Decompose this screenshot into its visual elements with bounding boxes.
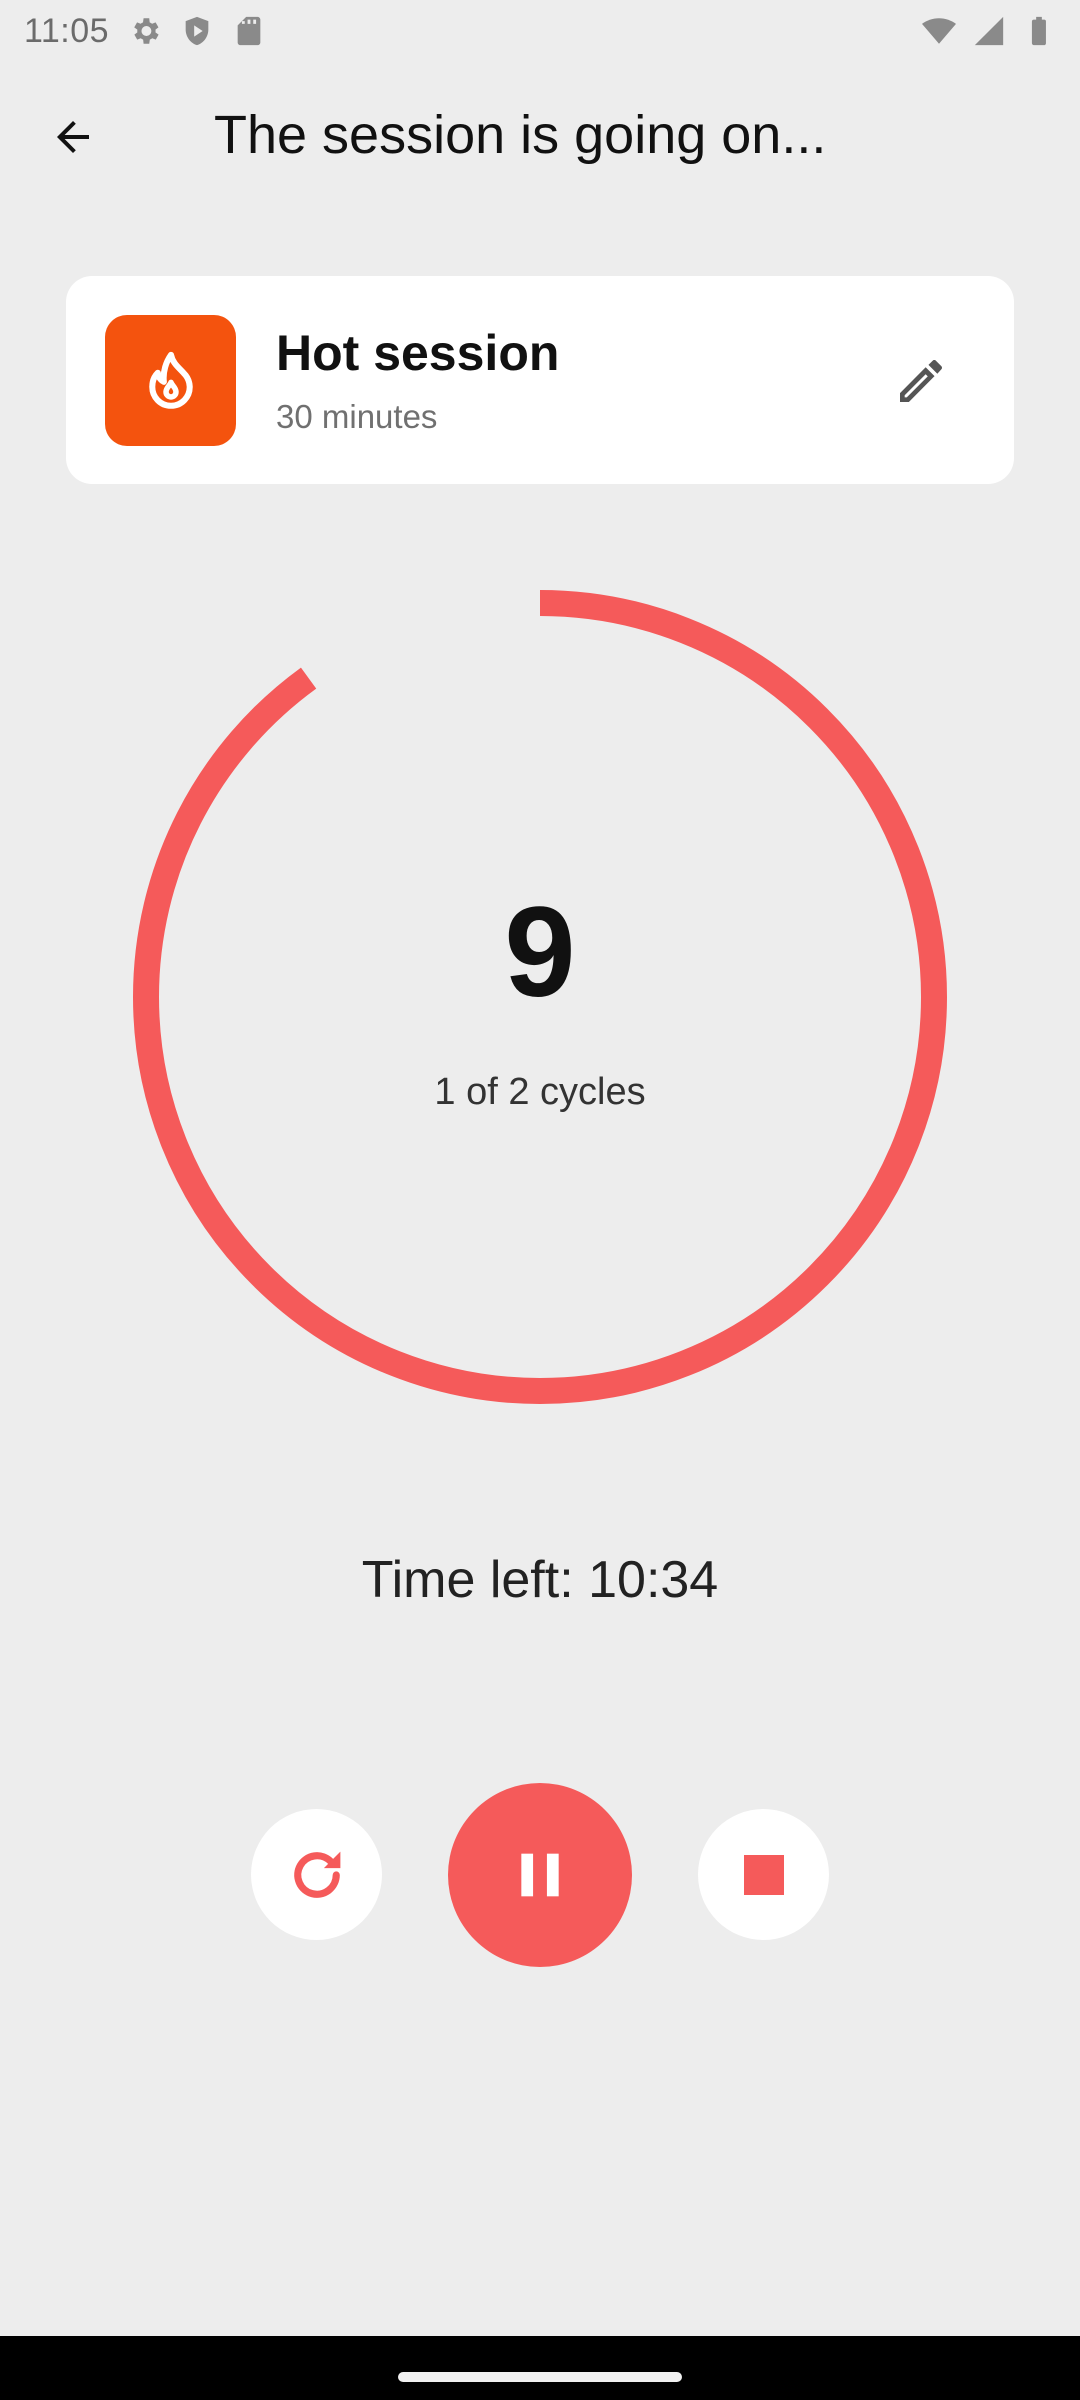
cycle-label: 1 of 2 cycles (434, 1071, 646, 1113)
status-time: 11:05 (24, 12, 110, 50)
shield-icon (185, 16, 209, 46)
home-indicator[interactable] (398, 2372, 682, 2382)
session-name: Hot session (276, 325, 560, 381)
sim-card-icon (237, 16, 261, 46)
pause-icon (521, 1853, 559, 1897)
pencil-icon (900, 360, 942, 402)
stop-button[interactable] (698, 1809, 829, 1940)
flame-icon (148, 351, 193, 409)
restart-button[interactable] (251, 1809, 382, 1940)
session-icon-tile (105, 315, 236, 446)
navigation-bar (0, 2336, 1080, 2400)
session-duration: 30 minutes (276, 398, 438, 435)
restart-icon (293, 1851, 340, 1898)
status-icons-left (128, 14, 266, 48)
battery-icon (1031, 16, 1046, 46)
signal-icon (974, 16, 1004, 46)
app-bar: The session is going on... (0, 64, 1080, 209)
progress-ring: 9 1 of 2 cycles (132, 589, 948, 1405)
wifi-icon (922, 18, 956, 44)
time-left: Time left: 10:34 (361, 1551, 719, 1609)
status-bar: 11:05 (0, 0, 1080, 64)
pause-button[interactable] (448, 1783, 632, 1967)
settings-icon (134, 18, 159, 44)
back-button[interactable] (34, 98, 112, 176)
arrow-back-icon (57, 121, 89, 153)
stop-icon (743, 1854, 784, 1895)
cycle-count: 9 (504, 881, 576, 1024)
edit-session-button[interactable] (886, 346, 956, 416)
status-icons-right (922, 14, 1056, 48)
session-card[interactable]: Hot session 30 minutes (66, 276, 1014, 484)
page-title: The session is going on... (214, 105, 827, 165)
